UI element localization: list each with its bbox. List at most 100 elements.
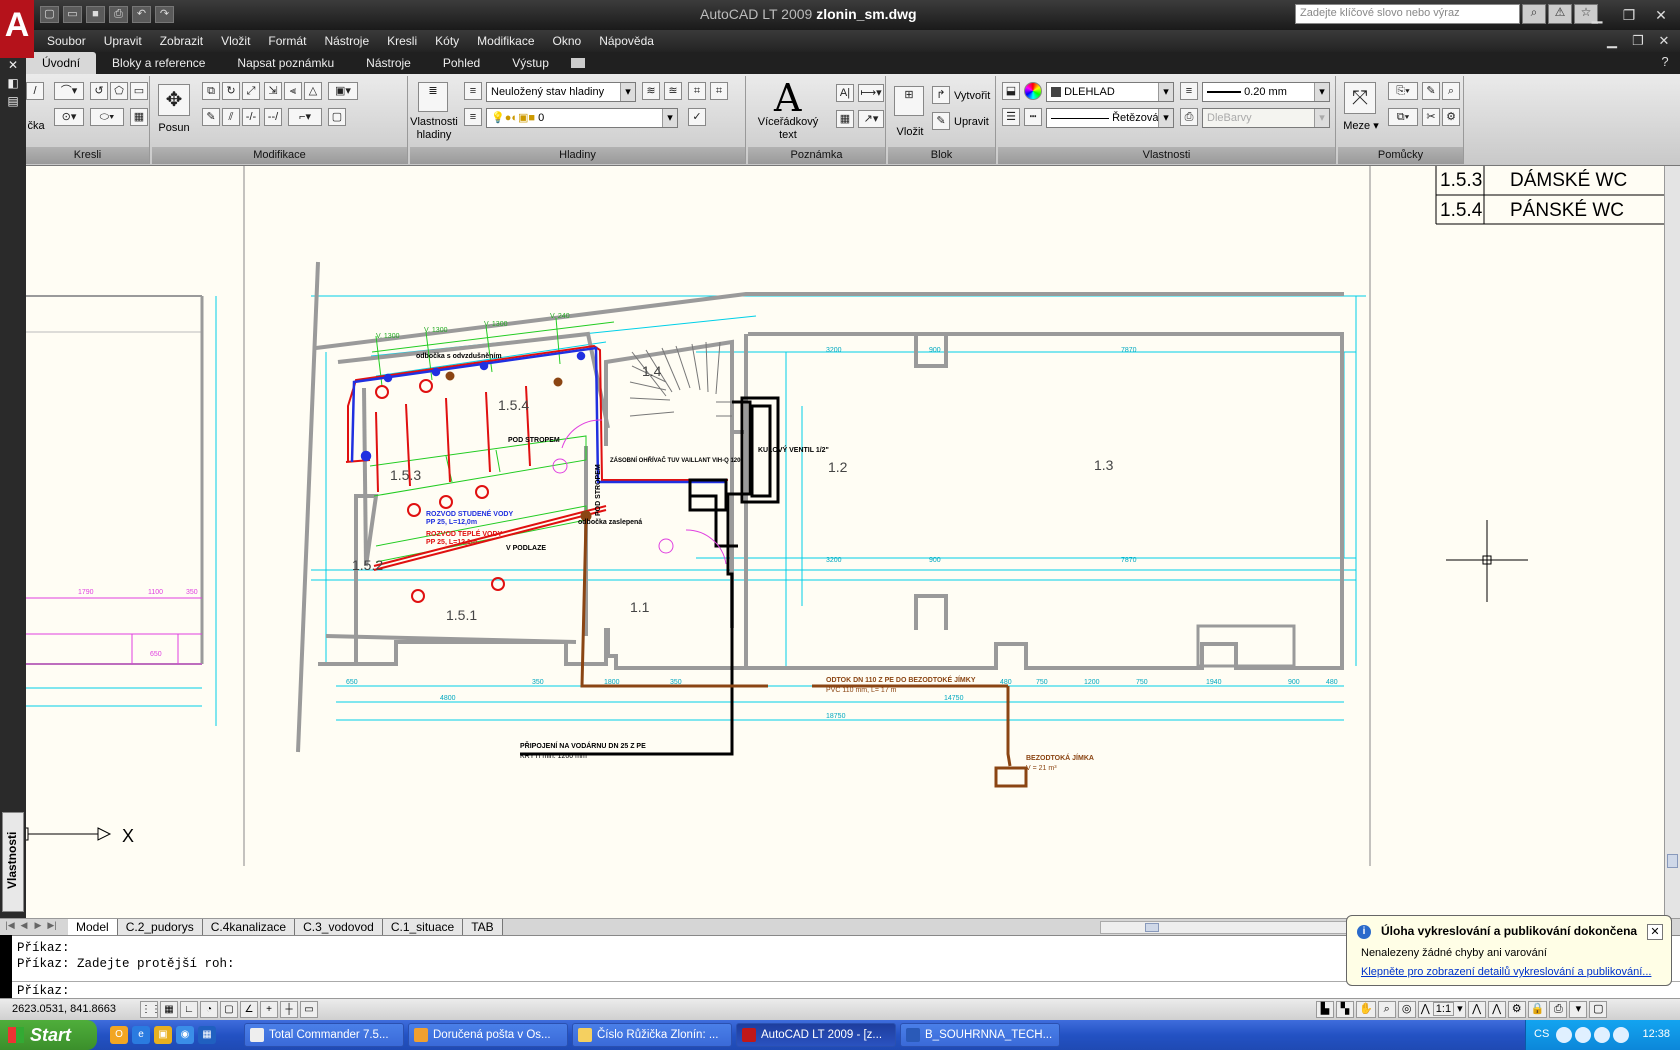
hatch-icon[interactable]: ▦ [130, 108, 148, 126]
array-icon[interactable]: ▣▾ [328, 82, 358, 100]
minimize-button[interactable]: ▁ [1582, 4, 1612, 26]
menu-koty[interactable]: Kóty [426, 30, 468, 52]
tab-bloky[interactable]: Bloky a reference [96, 52, 221, 74]
rotate2-icon[interactable]: ↻ [222, 82, 240, 100]
restore-button[interactable]: ❐ [1614, 4, 1644, 26]
close-palette-icon[interactable]: ✕ [3, 58, 23, 74]
doc-restore-button[interactable]: ❐ [1628, 30, 1648, 52]
layer-iso-icon[interactable]: ⌗ [688, 82, 706, 100]
tab-uvodni[interactable]: Úvodní [26, 52, 97, 74]
next-tab-icon[interactable]: ▶ [32, 920, 44, 933]
rotate-icon[interactable]: ↺ [90, 82, 108, 100]
new-icon[interactable]: ▢ [40, 6, 59, 23]
start-button[interactable]: Start [0, 1020, 97, 1050]
layout-tab-model[interactable]: Model [68, 919, 118, 935]
model-space-icon[interactable]: ▙ [1316, 1001, 1334, 1018]
meze-label[interactable]: Meze ▾ [1338, 120, 1384, 133]
cut-icon[interactable]: ✂ [1422, 108, 1440, 126]
plotstyle-icon[interactable]: ⎙ [1180, 108, 1198, 126]
paste-icon[interactable]: ⎘▾ [1388, 82, 1418, 100]
help-icon[interactable]: ? [1656, 54, 1674, 72]
linetype-combo[interactable]: Řetězová [1046, 108, 1174, 128]
prev-tab-icon[interactable]: ◀ [18, 920, 30, 933]
drawing-canvas[interactable]: 1790 1100 350 650 1.5.3 DÁMSKÉ WC 1.5.4 … [26, 166, 1664, 918]
pan-icon[interactable]: ✋ [1356, 1001, 1376, 1018]
search-icon[interactable]: ⌕ [1522, 4, 1546, 24]
palette-props-icon[interactable]: ▤ [3, 94, 23, 110]
vertical-scrollbar[interactable] [1664, 166, 1680, 918]
color-combo[interactable]: DLEHLAD [1046, 82, 1174, 102]
horizontal-scroll-thumb[interactable] [1145, 923, 1159, 932]
layer-uniso-icon[interactable]: ⌗ [710, 82, 728, 100]
tab-pohled[interactable]: Pohled [427, 52, 496, 74]
make-current-icon[interactable]: ✓ [688, 108, 706, 126]
menu-okno[interactable]: Okno [544, 30, 591, 52]
tray-network-icon[interactable] [1575, 1027, 1591, 1043]
layer-state-combo[interactable]: Neuložený stav hladiny [486, 82, 636, 102]
communication-center-icon[interactable]: ⚠ [1548, 4, 1572, 24]
zoom-icon[interactable]: ⌕ [1377, 1001, 1396, 1018]
layout-tab[interactable]: C.1_situace [382, 919, 464, 935]
trim-icon[interactable]: -/- [242, 108, 260, 126]
firefox-icon[interactable]: ◉ [176, 1026, 194, 1044]
first-tab-icon[interactable]: |◀ [4, 920, 16, 933]
redo-icon[interactable]: ↷ [155, 6, 174, 23]
osnap-toggle-icon[interactable]: ▢ [220, 1001, 238, 1018]
dimension-icon[interactable]: ⟼▾ [858, 84, 884, 102]
list-icon[interactable]: ☰ [1002, 108, 1020, 126]
ortho-toggle-icon[interactable]: ∟ [180, 1001, 198, 1018]
vytvorit-label[interactable]: Vytvořit [954, 90, 994, 103]
menu-modifikace[interactable]: Modifikace [468, 30, 543, 52]
lineweight-icon[interactable]: ≡ [1180, 82, 1198, 100]
annotation-scale[interactable]: ⋀ 1:1 ▾ [1417, 1001, 1466, 1018]
task-word-document[interactable]: B_SOUHRNNA_TECH... [900, 1023, 1060, 1047]
application-menu-button[interactable]: A [0, 0, 34, 58]
current-layer-combo[interactable]: 💡●◐▣■ 0 [486, 108, 678, 128]
vlastnosti-hladiny-label[interactable]: Vlastnosti hladiny [410, 116, 458, 142]
floor-plan-drawing[interactable]: 1790 1100 350 650 1.5.3 DÁMSKÉ WC 1.5.4 … [26, 166, 1664, 918]
lock-icon[interactable]: 🔒 [1527, 1001, 1548, 1018]
undo-icon[interactable]: ↶ [132, 6, 151, 23]
autohide-icon[interactable]: ◧ [3, 76, 23, 92]
task-total-commander[interactable]: Total Commander 7.5... [244, 1023, 404, 1047]
lwt-toggle-icon[interactable]: ┼ [280, 1001, 298, 1018]
desktop-icon[interactable]: ▦ [198, 1026, 216, 1044]
layer-stack-icon[interactable]: ≡ [464, 108, 482, 126]
color-wheel-icon[interactable] [1024, 82, 1042, 100]
menu-upravit[interactable]: Upravit [95, 30, 151, 52]
upravit-label[interactable]: Upravit [954, 116, 994, 129]
mirror-icon[interactable]: ⫷ [284, 82, 302, 100]
scale-icon[interactable]: ⤢ [242, 82, 260, 100]
layer-properties-icon[interactable]: ≣ [418, 82, 448, 112]
tray-antivirus-icon[interactable] [1594, 1027, 1610, 1043]
erase-icon[interactable]: ✎ [202, 108, 220, 126]
close-button[interactable]: ✕ [1646, 4, 1676, 26]
create-block-icon[interactable]: ↱ [932, 86, 950, 104]
layout-tab[interactable]: TAB [463, 919, 503, 935]
snap-toggle-icon[interactable]: ⋮⋮ [140, 1001, 161, 1018]
open-icon[interactable]: ▭ [63, 6, 82, 23]
layout-tab[interactable]: C.2_pudorys [117, 919, 203, 935]
linetype-icon[interactable]: ┅ [1024, 108, 1042, 126]
lineweight-combo[interactable]: 0.20 mm [1202, 82, 1330, 102]
vlozit-label[interactable]: Vložit [888, 126, 932, 139]
print-icon[interactable]: ⎙ [109, 6, 128, 23]
outlook-icon[interactable]: O [110, 1026, 128, 1044]
mtext-label[interactable]: Víceřádkový text [748, 116, 828, 142]
ie-icon[interactable]: e [132, 1026, 150, 1044]
save-icon[interactable]: ■ [86, 6, 105, 23]
rectangle-icon[interactable]: ▭ [130, 82, 148, 100]
menu-nastroje[interactable]: Nástroje [315, 30, 378, 52]
qp-toggle-icon[interactable]: ▭ [300, 1001, 318, 1018]
tab-napsat-poznamku[interactable]: Napsat poznámku [221, 52, 350, 74]
copy-clip-icon[interactable]: ⧉▾ [1388, 108, 1418, 126]
explode-icon[interactable]: ▢ [328, 108, 346, 126]
layout-tab[interactable]: C.3_vodovod [295, 919, 383, 935]
total-commander-icon[interactable]: ▣ [154, 1026, 172, 1044]
task-mail-message[interactable]: Číslo Růžička Zlonín: ... [572, 1023, 732, 1047]
layout-icon[interactable]: ▚ [1336, 1001, 1354, 1018]
cursor-coordinates[interactable]: 2623.0531, 841.8663 [12, 1003, 116, 1015]
task-mail[interactable]: Doručená pošta v Os... [408, 1023, 568, 1047]
annotation-visibility-icon[interactable]: ⋀ [1467, 1001, 1486, 1018]
tray-settings-icon[interactable]: ▾ [1569, 1001, 1588, 1018]
